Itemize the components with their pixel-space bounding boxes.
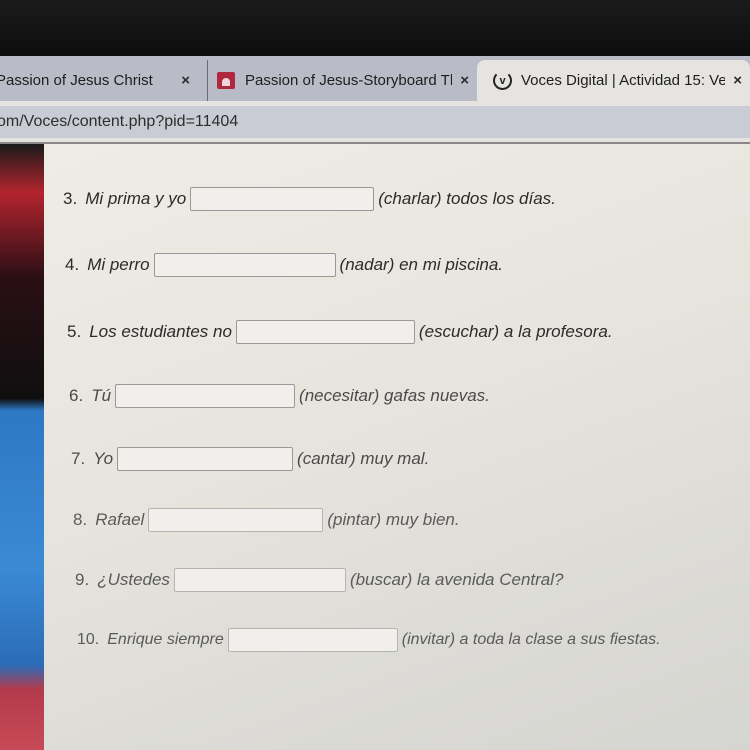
tab-storyboard[interactable]: Passion of Jesus-Storyboard Th × [207,60,477,101]
answer-input[interactable] [115,384,296,408]
item-number: 3. [63,189,78,208]
item-number: 7. [71,449,86,468]
item-subject: Mi perro [87,255,150,274]
item-subject: Enrique siempre [107,631,224,648]
exercise-item-9: 9. ¿Ustedes (buscar) la avenida Central? [75,568,564,592]
storyboard-icon [217,72,235,89]
answer-input[interactable] [227,628,398,652]
exercise-item-5: 5. Los estudiantes no (escuchar) a la pr… [67,320,613,344]
tab-passion-of-jesus-christ[interactable]: Passion of Jesus Christ × [0,60,198,101]
page-content: 3. Mi prima y yo (charlar) todos los día… [44,144,750,750]
answer-input[interactable] [117,447,294,471]
toolbar: om/Voces/content.php?pid=11404 [0,101,750,142]
item-number: 9. [75,570,90,589]
close-tab-icon[interactable]: × [452,72,477,89]
exercise-item-6: 6. Tú (necesitar) gafas nuevas. [69,384,490,408]
item-prompt: (buscar) la avenida Central? [349,570,564,589]
item-prompt: (charlar) todos los días. [378,189,556,208]
answer-input[interactable] [148,508,324,532]
exercise-item-7: 7. Yo (cantar) muy mal. [71,447,429,471]
tab-title: Passion of Jesus Christ [0,72,153,89]
browser-tab-strip: Passion of Jesus Christ × Passion of Jes… [0,56,750,101]
voces-icon: v [493,71,512,90]
exercise-item-8: 8. Rafael (pintar) muy bien. [73,508,460,532]
item-prompt: (pintar) muy bien. [327,510,460,529]
answer-input[interactable] [153,253,336,277]
answer-input[interactable] [190,187,375,211]
item-number: 10. [77,631,100,648]
exercise-item-10: 10. Enrique siempre (invitar) a toda la … [77,628,661,652]
tab-title: Passion of Jesus-Storyboard Th [245,72,453,89]
item-number: 6. [69,386,84,405]
monitor-bezel [0,0,750,56]
answer-input[interactable] [235,320,415,344]
close-tab-icon[interactable]: × [725,72,750,89]
exercise-item-4: 4. Mi perro (nadar) en mi piscina. [65,253,503,277]
item-subject: Yo [93,449,114,468]
item-subject: ¿Ustedes [97,570,170,589]
answer-input[interactable] [173,568,346,592]
item-subject: Los estudiantes no [89,322,232,341]
address-bar[interactable]: om/Voces/content.php?pid=11404 [0,106,750,138]
tab-title: Voces Digital | Actividad 15: Ver [521,72,726,89]
item-prompt: (invitar) a toda la clase a sus fiestas. [401,631,661,648]
item-prompt: (escuchar) a la profesora. [418,322,613,341]
item-subject: Tú [91,386,112,405]
item-subject: Mi prima y yo [85,189,187,208]
tab-voces-digital[interactable]: v Voces Digital | Actividad 15: Ver × [477,60,750,101]
item-number: 5. [67,322,82,341]
close-tab-icon[interactable]: × [173,72,198,89]
item-prompt: (nadar) en mi piscina. [339,255,504,274]
item-prompt: (necesitar) gafas nuevas. [299,386,490,405]
item-number: 8. [73,510,88,529]
url-text: om/Voces/content.php?pid=11404 [0,113,239,130]
exercise-item-3: 3. Mi prima y yo (charlar) todos los día… [63,187,556,211]
item-number: 4. [65,255,80,274]
background-object [0,144,48,750]
item-prompt: (cantar) muy mal. [297,449,430,468]
item-subject: Rafael [95,510,145,529]
